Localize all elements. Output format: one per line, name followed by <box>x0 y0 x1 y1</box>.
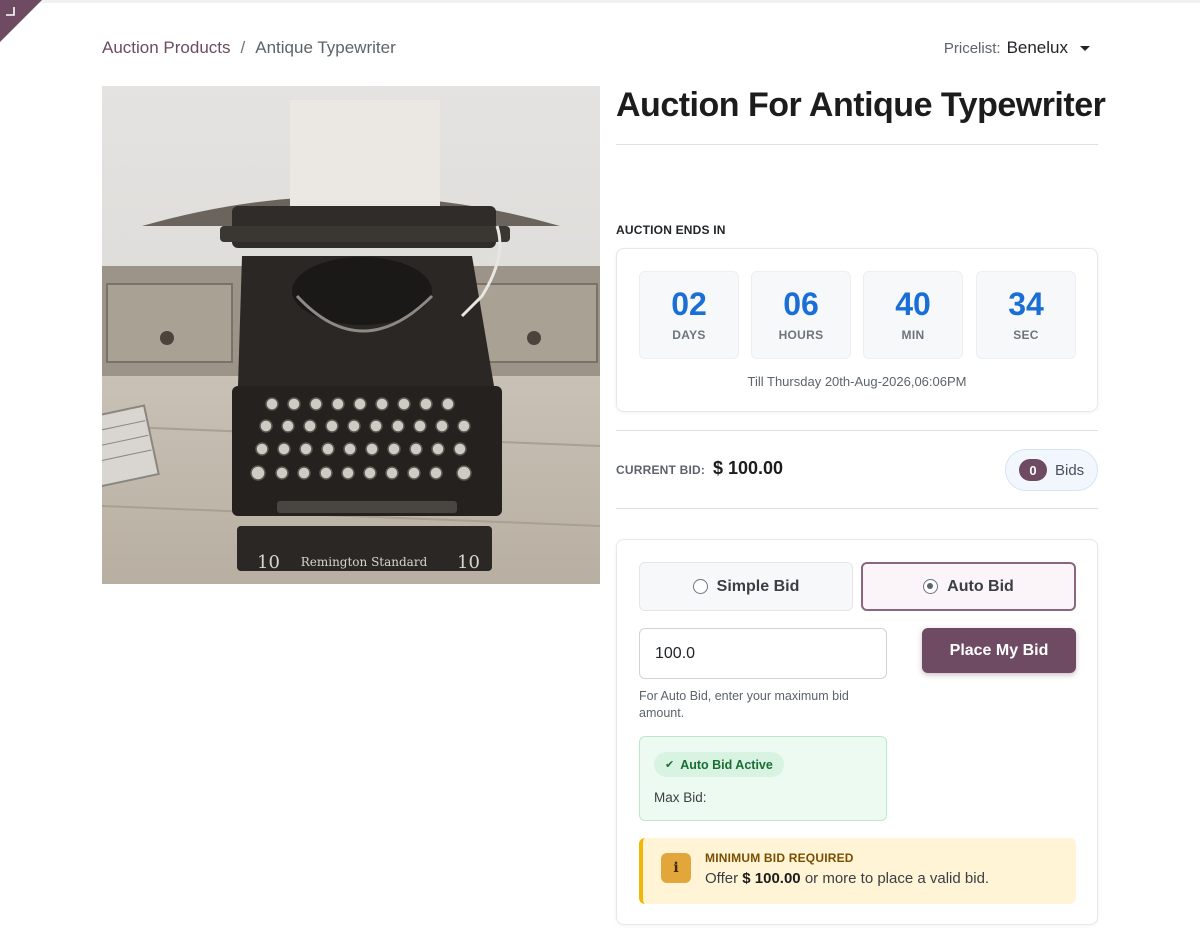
chevron-down-icon <box>1080 45 1090 51</box>
place-my-bid-button[interactable]: Place My Bid <box>922 628 1076 673</box>
typewriter-brand-text: Remington Standard <box>301 555 428 569</box>
pricelist-label: Pricelist: <box>943 39 1001 57</box>
typewriter-illustration: Remington Standard 10 10 <box>102 86 600 584</box>
minimum-bid-suffix: or more to place a valid bid. <box>804 870 990 887</box>
breadcrumb-current: Antique Typewriter <box>255 38 396 57</box>
typewriter-number-left: 10 <box>257 552 280 573</box>
countdown-hours: 06 HOURS <box>751 271 851 359</box>
max-bid-label: Max Bid: <box>654 790 707 805</box>
breadcrumb-separator: / <box>240 38 246 57</box>
typewriter-number-right: 10 <box>457 552 480 573</box>
auto-bid-radio[interactable] <box>923 579 939 594</box>
divider <box>616 144 1098 145</box>
countdown-end-date: Till Thursday 20th-Aug-2026,06:06PM <box>747 374 967 389</box>
minimum-bid-title: MINIMUM BID REQUIRED <box>705 851 854 865</box>
checkmark-icon: ✔ <box>665 759 675 771</box>
bids-label: Bids <box>1055 461 1085 479</box>
auto-bid-status-box: ✔ Auto Bid Active Max Bid: <box>639 736 887 821</box>
product-image[interactable]: Remington Standard 10 10 <box>102 86 600 584</box>
auto-bid-help-text: For Auto Bid, enter your maximum bid amo… <box>639 689 849 720</box>
auto-bid-active-badge: ✔ Auto Bid Active <box>654 752 784 777</box>
current-bid-value: $ 100.00 <box>713 458 784 478</box>
minimum-bid-alert: i MINIMUM BID REQUIRED Offer $ 100.00 or… <box>639 838 1076 904</box>
top-border <box>0 0 1200 3</box>
auto-bid-active-label: Auto Bid Active <box>680 757 773 772</box>
minimum-bid-prefix: Offer <box>705 870 739 887</box>
divider <box>616 508 1098 509</box>
countdown-minutes-label: MIN <box>901 328 925 342</box>
simple-bid-radio[interactable] <box>692 579 708 594</box>
product-title: Auction For Antique Typewriter <box>616 86 1106 124</box>
auto-bid-option[interactable]: Auto Bid <box>861 562 1076 611</box>
countdown-seconds-label: SEC <box>1013 328 1039 342</box>
bids-count-button[interactable]: 0 Bids <box>1005 449 1098 491</box>
bids-count-badge: 0 <box>1019 459 1047 481</box>
countdown-days-value: 02 <box>671 286 707 322</box>
countdown-minutes: 40 MIN <box>863 271 963 359</box>
countdown-days: 02 DAYS <box>639 271 739 359</box>
countdown-seconds: 34 SEC <box>976 271 1076 359</box>
bid-form-card: Simple Bid Auto Bid Place My Bid For Aut… <box>616 539 1098 925</box>
expand-corner-icon[interactable] <box>5 6 17 18</box>
divider <box>616 430 1098 431</box>
simple-bid-label: Simple Bid <box>716 577 800 595</box>
minimum-bid-message: Offer $ 100.00 or more to place a valid … <box>705 870 989 887</box>
bid-amount-input[interactable] <box>639 628 887 679</box>
info-icon: i <box>661 853 691 883</box>
simple-bid-option[interactable]: Simple Bid <box>639 562 853 611</box>
auction-ends-heading: AUCTION ENDS IN <box>616 223 726 237</box>
breadcrumb: Auction Products / Antique Typewriter <box>102 38 396 58</box>
minimum-bid-amount: $ 100.00 <box>742 870 801 887</box>
countdown-seconds-value: 34 <box>1008 286 1044 322</box>
countdown-hours-value: 06 <box>783 286 819 322</box>
auto-bid-label: Auto Bid <box>947 577 1014 595</box>
current-bid-label: CURRENT BID: <box>616 463 706 477</box>
countdown-card: 02 DAYS 06 HOURS 40 MIN 34 SEC Till Thur… <box>616 248 1098 412</box>
breadcrumb-auction-products-link[interactable]: Auction Products <box>102 38 231 58</box>
countdown-hours-label: HOURS <box>778 328 824 342</box>
countdown-days-label: DAYS <box>672 328 706 342</box>
pricelist-value: Benelux <box>1006 38 1068 57</box>
pricelist-dropdown[interactable]: Pricelist: Benelux <box>944 38 1090 58</box>
countdown-minutes-value: 40 <box>895 286 931 322</box>
